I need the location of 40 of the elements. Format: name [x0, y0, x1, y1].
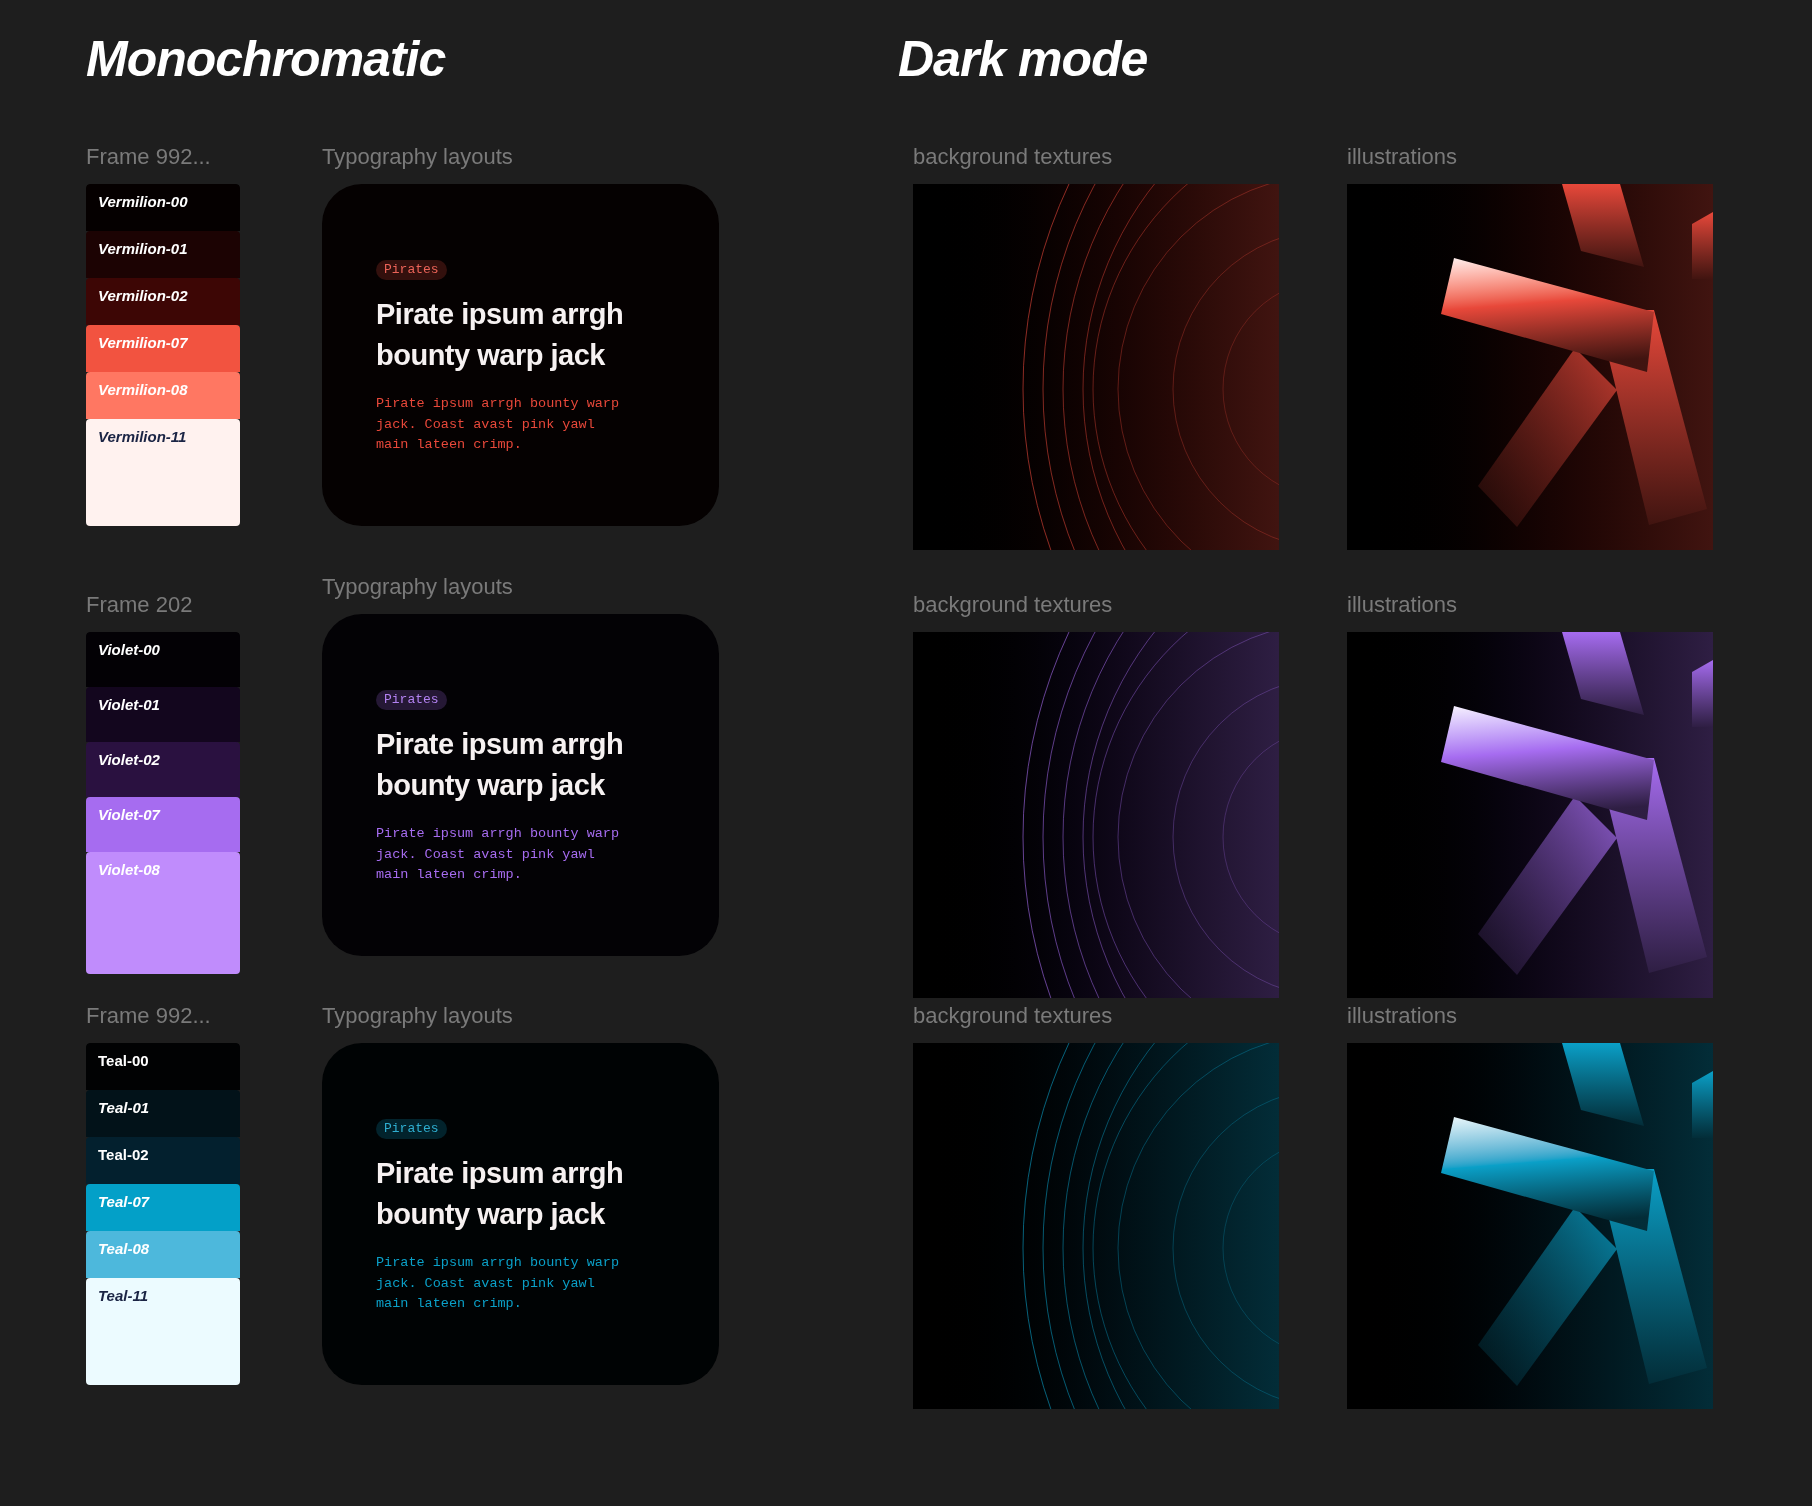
frame-label: Frame 992... — [86, 143, 212, 171]
card-heading: Pirate ipsum arrgh bounty warp jack — [376, 1156, 625, 1232]
card-body: Pirate ipsum arrgh bounty warp jack. Coast avast pink yawl main lateen crimp. — [376, 825, 621, 884]
frame-label: Typography layouts — [322, 573, 514, 601]
frame-label: background textures — [913, 1002, 1114, 1030]
color-swatch: Vermilion-11 — [86, 419, 240, 526]
frame-label: Frame 202 — [86, 591, 194, 619]
color-swatch: Teal-11 — [86, 1278, 240, 1385]
color-swatch: Violet-00 — [86, 632, 240, 687]
color-swatch: Teal-08 — [86, 1231, 240, 1278]
section-heading: Monochromatic — [86, 30, 447, 89]
card-heading: Pirate ipsum arrgh bounty warp jack — [376, 727, 625, 803]
card-heading: Pirate ipsum arrgh bounty warp jack — [376, 297, 625, 373]
color-swatch: Teal-01 — [86, 1090, 240, 1137]
frame-label: Frame 992... — [86, 1002, 212, 1030]
tag: Pirates — [376, 690, 447, 710]
color-swatch: Violet-07 — [86, 797, 240, 852]
frame-label: illustrations — [1347, 1002, 1459, 1030]
color-swatch: Vermilion-08 — [86, 372, 240, 419]
section-heading: Dark mode — [898, 30, 1148, 89]
color-swatch: Violet-01 — [86, 687, 240, 742]
color-swatch: Vermilion-07 — [86, 325, 240, 372]
frame-label: Typography layouts — [322, 1002, 514, 1030]
frame-label: illustrations — [1347, 143, 1459, 171]
frame-label: background textures — [913, 591, 1114, 619]
color-swatch: Teal-02 — [86, 1137, 240, 1184]
color-swatch: Vermilion-01 — [86, 231, 240, 278]
frame-label: Typography layouts — [322, 143, 514, 171]
color-swatch: Vermilion-02 — [86, 278, 240, 325]
color-swatch: Violet-08 — [86, 852, 240, 974]
color-swatch: Vermilion-00 — [86, 184, 240, 231]
card-body: Pirate ipsum arrgh bounty warp jack. Coast avast pink yawl main lateen crimp. — [376, 1254, 621, 1313]
color-swatch: Violet-02 — [86, 742, 240, 797]
tag: Pirates — [376, 1119, 447, 1139]
frame-label: background textures — [913, 143, 1114, 171]
color-swatch: Teal-00 — [86, 1043, 240, 1090]
card-body: Pirate ipsum arrgh bounty warp jack. Coast avast pink yawl main lateen crimp. — [376, 395, 621, 454]
color-swatch: Teal-07 — [86, 1184, 240, 1231]
frame-label: illustrations — [1347, 591, 1459, 619]
tag: Pirates — [376, 260, 447, 280]
